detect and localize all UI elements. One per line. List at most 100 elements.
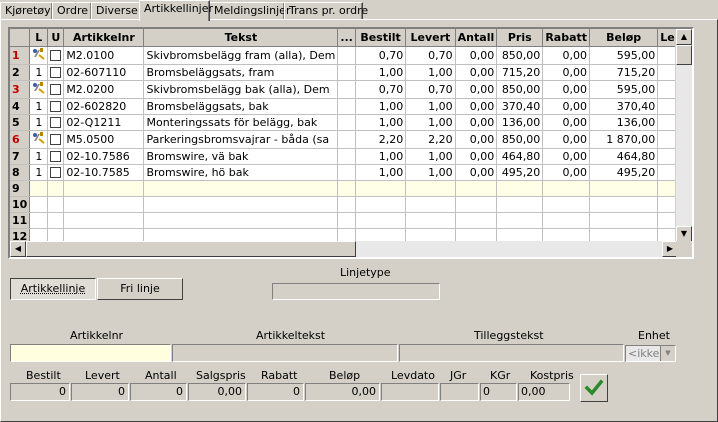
empty-cell[interactable] bbox=[47, 212, 65, 229]
row-number[interactable]: 4 bbox=[10, 98, 31, 115]
row-u-cell[interactable] bbox=[47, 80, 65, 99]
row-checkbox[interactable] bbox=[50, 167, 62, 178]
header-l[interactable]: L bbox=[29, 29, 49, 47]
row-l-cell[interactable] bbox=[29, 80, 49, 99]
row-number[interactable]: 11 bbox=[10, 212, 31, 229]
empty-cell[interactable] bbox=[337, 180, 356, 197]
row-artikkelnr[interactable]: 02-10.7586 bbox=[63, 148, 145, 165]
row-levert[interactable]: 0,70 bbox=[405, 80, 456, 99]
horizontal-scrollbar[interactable]: ◀ ▶ bbox=[10, 241, 678, 257]
header-rabatt[interactable]: Rabatt bbox=[542, 29, 591, 47]
empty-cell[interactable] bbox=[589, 180, 659, 197]
row-l-cell[interactable] bbox=[29, 46, 49, 65]
row-belop[interactable]: 1 870,00 bbox=[589, 130, 659, 149]
empty-cell[interactable] bbox=[542, 196, 591, 213]
vertical-scroll-thumb[interactable] bbox=[676, 45, 692, 65]
empty-cell[interactable] bbox=[337, 212, 356, 229]
row-number[interactable]: 7 bbox=[10, 148, 31, 165]
empty-cell[interactable] bbox=[496, 196, 544, 213]
row-l-cell[interactable]: 1 bbox=[29, 164, 49, 181]
empty-cell[interactable] bbox=[47, 196, 65, 213]
empty-cell[interactable] bbox=[405, 180, 456, 197]
empty-cell[interactable] bbox=[496, 180, 544, 197]
row-pris[interactable]: 136,00 bbox=[496, 114, 544, 131]
row-tekst[interactable]: Skivbromsbelägg bak (alla), Dem bbox=[143, 80, 339, 99]
row-belop[interactable]: 715,20 bbox=[589, 64, 659, 81]
row-more[interactable] bbox=[337, 148, 356, 165]
empty-cell[interactable] bbox=[337, 196, 356, 213]
tab-ordre[interactable]: Ordre bbox=[52, 2, 92, 19]
row-levert[interactable]: 1,00 bbox=[405, 98, 456, 115]
scroll-down-button[interactable]: ▼ bbox=[676, 226, 692, 242]
fri-linje-button[interactable]: Fri linje bbox=[97, 278, 183, 300]
tilleggstekst-input[interactable] bbox=[399, 344, 624, 362]
row-levert[interactable]: 1,00 bbox=[405, 148, 456, 165]
row-belop[interactable]: 464,80 bbox=[589, 148, 659, 165]
row-more[interactable] bbox=[337, 46, 356, 65]
tab-kjoretoy[interactable]: Kjøretøy bbox=[0, 2, 53, 19]
row-more[interactable] bbox=[337, 164, 356, 181]
empty-cell[interactable] bbox=[589, 212, 659, 229]
kostpris-field[interactable]: 0,00 bbox=[518, 383, 570, 401]
table-row[interactable]: 5 1 02-Q1211 Monteringssats för belägg, bak… bbox=[10, 114, 692, 131]
row-tekst[interactable]: Skivbromsbelägg fram (alla), Dem bbox=[143, 46, 339, 65]
empty-cell[interactable] bbox=[355, 180, 407, 197]
row-more[interactable] bbox=[337, 130, 356, 149]
row-checkbox[interactable] bbox=[50, 117, 62, 128]
row-u-cell[interactable] bbox=[47, 98, 65, 115]
header-artikkelnr[interactable]: Artikkelnr bbox=[63, 29, 145, 47]
header-levert[interactable]: Levert bbox=[405, 29, 456, 47]
row-antall[interactable]: 0,00 bbox=[455, 114, 498, 131]
empty-cell[interactable] bbox=[355, 196, 407, 213]
empty-cell[interactable] bbox=[63, 180, 145, 197]
enhet-select[interactable]: <ikke ▼ bbox=[625, 345, 676, 362]
empty-cell[interactable] bbox=[405, 212, 456, 229]
row-rabatt[interactable]: 0,00 bbox=[542, 148, 591, 165]
kgr-field[interactable]: 0 bbox=[480, 383, 517, 401]
row-checkbox[interactable] bbox=[50, 134, 62, 145]
row-rabatt[interactable]: 0,00 bbox=[542, 114, 591, 131]
row-artikkelnr[interactable]: M2.0200 bbox=[63, 80, 145, 99]
row-pris[interactable]: 464,80 bbox=[496, 148, 544, 165]
header-bestilt[interactable]: Bestilt bbox=[355, 29, 407, 47]
tab-meldingslinjer[interactable]: Meldingslinjer bbox=[209, 2, 290, 19]
empty-cell[interactable] bbox=[29, 180, 49, 197]
row-artikkelnr[interactable]: 02-607110 bbox=[63, 64, 145, 81]
table-row[interactable]: 2 1 02-607110 Bromsbeläggsats, fram 1,00 1,00… bbox=[10, 64, 692, 81]
row-number[interactable]: 2 bbox=[10, 64, 31, 81]
scroll-up-button[interactable]: ▲ bbox=[676, 29, 692, 45]
row-number[interactable]: 8 bbox=[10, 164, 31, 181]
row-l-cell[interactable]: 1 bbox=[29, 114, 49, 131]
chevron-down-icon[interactable]: ▼ bbox=[660, 346, 675, 361]
empty-cell[interactable] bbox=[63, 212, 145, 229]
table-row[interactable]: 4 1 02-602820 Bromsbeläggsats, bak 1,00 1,00 0… bbox=[10, 98, 692, 115]
row-artikkelnr[interactable]: 02-10.7585 bbox=[63, 164, 145, 181]
row-antall[interactable]: 0,00 bbox=[455, 98, 498, 115]
header-tekst[interactable]: Tekst bbox=[143, 29, 339, 47]
row-l-cell[interactable]: 1 bbox=[29, 98, 49, 115]
empty-cell[interactable] bbox=[455, 196, 498, 213]
row-pris[interactable]: 850,00 bbox=[496, 130, 544, 149]
row-bestilt[interactable]: 1,00 bbox=[355, 114, 407, 131]
table-row[interactable]: 6 M5.0500 Parkeringsbromsvajrar - båda (sa… bbox=[10, 130, 692, 149]
row-artikkelnr[interactable]: 02-602820 bbox=[63, 98, 145, 115]
header-more[interactable]: ... bbox=[337, 29, 356, 47]
scroll-left-button[interactable]: ◀ bbox=[10, 241, 26, 257]
row-levert[interactable]: 0,70 bbox=[405, 46, 456, 65]
table-row[interactable]: 8 1 02-10.7585 Bromswire, hö bak 1,00 1,00 0,0… bbox=[10, 164, 692, 181]
row-u-cell[interactable] bbox=[47, 148, 65, 165]
row-pris[interactable]: 850,00 bbox=[496, 46, 544, 65]
empty-cell[interactable] bbox=[143, 180, 339, 197]
rabatt-field[interactable]: 0 bbox=[247, 383, 304, 401]
row-u-cell[interactable] bbox=[47, 130, 65, 149]
table-row[interactable]: 10 bbox=[10, 196, 692, 213]
row-tekst[interactable]: Bromswire, vä bak bbox=[143, 148, 339, 165]
row-antall[interactable]: 0,00 bbox=[455, 46, 498, 65]
row-bestilt[interactable]: 0,70 bbox=[355, 80, 407, 99]
row-number[interactable]: 1 bbox=[10, 46, 31, 65]
row-antall[interactable]: 0,00 bbox=[455, 130, 498, 149]
row-bestilt[interactable]: 0,70 bbox=[355, 46, 407, 65]
row-number[interactable]: 9 bbox=[10, 180, 31, 197]
empty-cell[interactable] bbox=[355, 212, 407, 229]
row-belop[interactable]: 136,00 bbox=[589, 114, 659, 131]
